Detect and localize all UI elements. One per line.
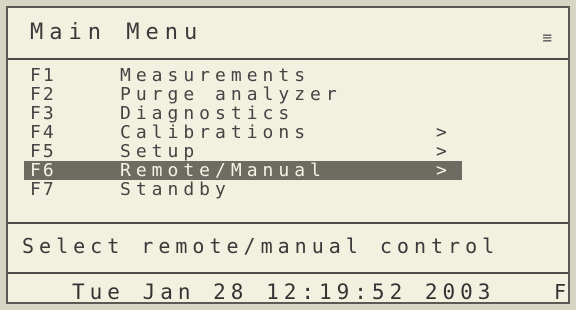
menu-item-key: F4 — [30, 122, 56, 143]
menu-item-purge-analyzer[interactable]: F2 Purge analyzer — [24, 85, 464, 104]
corner-indicator: F — [553, 280, 566, 304]
chevron-right-icon: > — [436, 122, 447, 143]
datetime-display: Tue Jan 28 12:19:52 2003 — [72, 280, 496, 304]
menu-item-key: F2 — [30, 84, 56, 105]
menu-item-key: F7 — [30, 179, 56, 200]
menu-item-standby[interactable]: F7 Standby — [24, 180, 464, 199]
menu-item-label: Setup — [120, 141, 200, 162]
menu-item-key: F6 — [30, 160, 56, 181]
menu-item-label: Calibrations — [120, 122, 311, 143]
menu-item-label: Purge analyzer — [120, 84, 342, 105]
menu-item-label: Diagnostics — [120, 103, 295, 124]
menu-item-calibrations[interactable]: F4 Calibrations > — [24, 123, 464, 142]
menu-item-key: F5 — [30, 141, 56, 162]
menu-item-key: F3 — [30, 103, 56, 124]
menu-item-remote-manual[interactable]: F6 Remote/Manual > — [24, 161, 462, 180]
status-message: Select remote/manual control — [22, 234, 500, 258]
status-bar: Select remote/manual control — [8, 222, 568, 274]
chevron-right-icon: > — [436, 160, 447, 181]
lcd-screen: Main Menu ≡ F1 Measurements F2 Purge ana… — [6, 6, 570, 304]
menu-item-diagnostics[interactable]: F3 Diagnostics — [24, 104, 464, 123]
menu-item-key: F1 — [30, 65, 56, 86]
menu-item-label: Remote/Manual — [120, 160, 326, 181]
title-bar: Main Menu ≡ — [8, 8, 568, 60]
main-menu: F1 Measurements F2 Purge analyzer F3 Dia… — [24, 66, 464, 199]
menu-item-label: Measurements — [120, 65, 311, 86]
page-title: Main Menu — [30, 20, 204, 45]
list-icon: ≡ — [542, 28, 552, 47]
menu-item-measurements[interactable]: F1 Measurements — [24, 66, 464, 85]
menu-item-label: Standby — [120, 179, 231, 200]
chevron-right-icon: > — [436, 141, 447, 162]
menu-item-setup[interactable]: F5 Setup > — [24, 142, 464, 161]
